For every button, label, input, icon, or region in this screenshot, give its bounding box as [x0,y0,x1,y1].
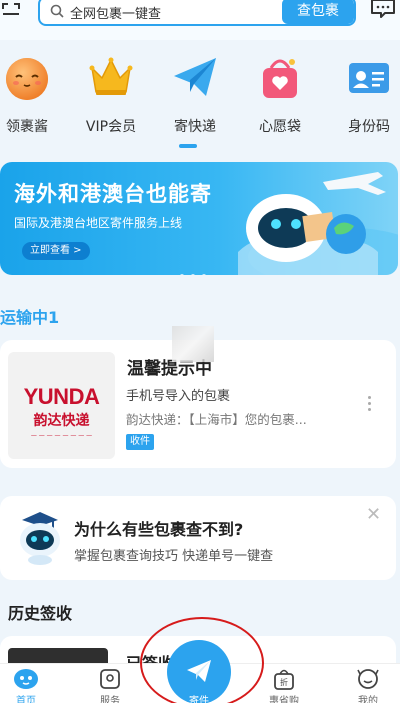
banner-pagination [180,263,213,275]
annotation-highlight [140,617,264,703]
history-heading: 历史签收 [8,604,73,623]
nav-item-id-code[interactable]: 身份码 [329,52,400,136]
active-nav-indicator [179,144,197,148]
message-icon[interactable] [370,0,396,20]
tab-profile[interactable]: 我的 [338,668,398,703]
banner-subtitle: 国际及港澳台地区寄件服务上线 [14,216,183,230]
search-button[interactable]: 查包裹 [282,0,354,24]
nav-item-label: 寄快递 [174,119,216,135]
nav-item-label: 心愿袋 [259,119,301,135]
nav-item-lingguojiang[interactable]: 领裹酱 [0,52,67,136]
search-box[interactable]: 全网包裹一键查 查包裹 [38,0,356,26]
top-header: 全网包裹一键查 查包裹 [0,0,400,40]
package-status: 韵达快递：【上海市】您的包裹... [126,412,307,427]
id-card-icon [349,63,389,93]
home-icon [14,669,38,689]
search-input[interactable]: 全网包裹一键查 [70,3,161,22]
tab-home[interactable]: 首页 [0,668,56,703]
nav-item-label: VIP会员 [85,119,137,135]
tab-label: 我的 [358,696,378,703]
mascot-icon [6,58,48,100]
carrier-logo-tagline: — — — — — — — — [30,432,93,439]
tip-title: 为什么有些包裹查不到? [74,520,244,539]
discount-bag-icon: 折 [274,669,294,690]
nav-item-send-express[interactable]: 寄快递 [155,52,235,136]
nav-item-label: 领裹酱 [6,119,48,135]
in-transit-heading: 运输中1 [0,308,60,327]
promo-banner[interactable]: 海外和港澳台也能寄 国际及港澳台地区寄件服务上线 立即查看 > [0,162,398,275]
package-description: 手机号导入的包裹 [126,389,231,404]
banner-illustration [238,172,398,275]
robot-mascot-icon [20,512,60,565]
profile-icon [357,669,379,689]
scan-icon[interactable] [2,2,20,24]
close-icon[interactable]: ✕ [366,506,381,524]
more-options-icon[interactable] [366,396,372,414]
nav-item-vip[interactable]: VIP会员 [71,52,151,136]
tab-label: 服务 [100,696,120,703]
search-icon [50,4,64,18]
tab-label: 惠省购 [269,696,299,703]
tab-label: 首页 [16,696,36,703]
carrier-logo-en: YUNDA [23,384,100,409]
quick-nav: 领裹酱 VIP会员 寄快递 心愿袋 身份码 [0,52,400,152]
carrier-logo-cn: 韵达快递 [33,413,90,429]
gift-bag-icon [263,59,297,98]
crown-icon [89,57,133,95]
svg-text:折: 折 [280,677,288,687]
tip-description: 掌握包裹查询技巧 快递单号一键查 [74,549,274,564]
tab-discount[interactable]: 折 惠省购 [254,668,314,703]
paper-plane-icon [174,58,216,96]
carrier-logo: YUNDA 韵达快递 — — — — — — — — [8,352,115,459]
tab-service[interactable]: 服务 [80,668,140,703]
nav-item-wish-bag[interactable]: 心愿袋 [240,52,320,136]
tip-card[interactable]: 为什么有些包裹查不到? 掌握包裹查询技巧 快递单号一键查 ✕ [0,496,396,580]
image-artifact [172,326,214,362]
nav-item-label: 身份码 [348,119,390,135]
package-tag: 收件 [126,434,154,450]
banner-view-now-button[interactable]: 立即查看 > [22,242,90,260]
service-icon [100,669,120,689]
banner-title: 海外和港澳台也能寄 [14,182,212,206]
